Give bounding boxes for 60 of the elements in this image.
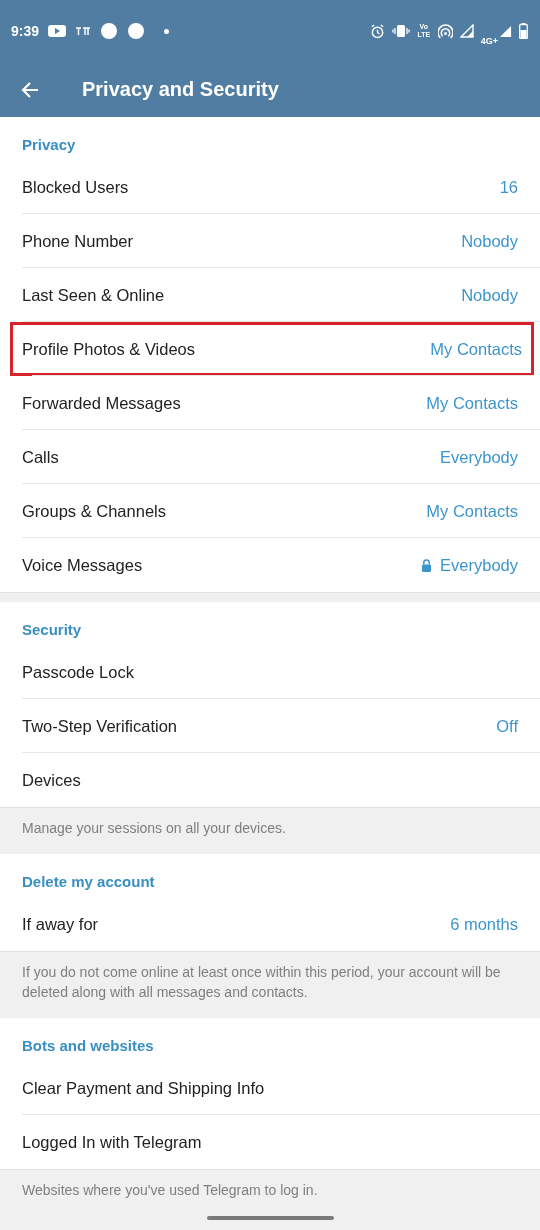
row-value: 6 months	[450, 914, 518, 934]
row-label: Logged In with Telegram	[22, 1132, 202, 1152]
row-label: Calls	[22, 447, 59, 467]
settings-row[interactable]: Voice Messages Everybody	[0, 538, 540, 592]
row-label: Phone Number	[22, 231, 133, 251]
vibrate-icon	[391, 24, 410, 38]
video-app-icon	[48, 25, 67, 37]
settings-row[interactable]: If away for 6 months	[0, 897, 540, 951]
settings-row[interactable]: Devices	[0, 753, 540, 807]
row-value: Off	[496, 716, 518, 736]
notification-icon	[127, 22, 146, 40]
settings-row[interactable]: Blocked Users 16	[0, 160, 540, 214]
settings-row[interactable]: Forwarded Messages My Contacts	[0, 376, 540, 430]
section-header: Security	[21, 620, 83, 640]
hotspot-icon	[437, 23, 453, 39]
row-label: If away for	[22, 914, 99, 934]
row-label: Forwarded Messages	[22, 393, 181, 413]
settings-row[interactable]: Calls Everybody	[0, 430, 540, 484]
dot-icon	[164, 28, 170, 34]
info-text: Manage your sessions on all your devices.	[22, 820, 286, 836]
app-icon	[75, 26, 92, 36]
row-value: Nobody	[461, 231, 518, 251]
settings-row[interactable]: Logged In with Telegram	[0, 1115, 540, 1169]
row-label: Passcode Lock	[22, 662, 134, 682]
network-label: 4G+	[480, 36, 498, 46]
row-value: My Contacts	[426, 501, 518, 521]
section-header: Delete my account	[21, 872, 156, 892]
row-label: Devices	[22, 770, 81, 790]
row-value: 16	[499, 177, 518, 197]
back-arrow-icon	[20, 79, 40, 100]
row-label: Two-Step Verification	[22, 716, 177, 736]
settings-row[interactable]: Profile Photos & Videos My Contacts	[10, 322, 534, 376]
settings-row[interactable]: Two-Step Verification Off	[0, 699, 540, 753]
settings-row[interactable]: Clear Payment and Shipping Info	[0, 1061, 540, 1115]
settings-row[interactable]: Last Seen & Online Nobody	[0, 268, 540, 322]
notification-icon	[100, 22, 119, 40]
row-label: Clear Payment and Shipping Info	[22, 1078, 265, 1098]
settings-row[interactable]: Groups & Channels My Contacts	[0, 484, 540, 538]
row-value: My Contacts	[426, 393, 518, 413]
signal-icon	[499, 24, 512, 38]
signal-icon	[459, 24, 474, 38]
row-value: My Contacts	[430, 339, 522, 359]
status-time: 9:39	[11, 23, 40, 39]
row-label: Profile Photos & Videos	[22, 339, 196, 359]
row-value: Everybody	[440, 447, 518, 467]
row-label: Blocked Users	[22, 177, 129, 197]
section-header: Privacy	[21, 135, 77, 155]
battery-icon	[519, 23, 528, 39]
info-text: If you do not come online at least once within this period, your account will be deleted along with all messages and contacts.	[22, 964, 501, 1000]
screen-title: Privacy and Security	[82, 78, 279, 101]
section-header: Bots and websites	[21, 1036, 155, 1056]
row-value: Nobody	[461, 285, 518, 305]
settings-row[interactable]: Passcode Lock	[0, 645, 540, 699]
alarm-icon	[369, 23, 385, 39]
row-label: Voice Messages	[22, 555, 143, 575]
row-label: Groups & Channels	[22, 501, 166, 521]
row-label: Last Seen & Online	[22, 285, 165, 305]
info-text: Websites where you've used Telegram to log in.	[22, 1182, 318, 1198]
row-value: Everybody	[440, 555, 518, 575]
settings-row[interactable]: Phone Number Nobody	[0, 214, 540, 268]
